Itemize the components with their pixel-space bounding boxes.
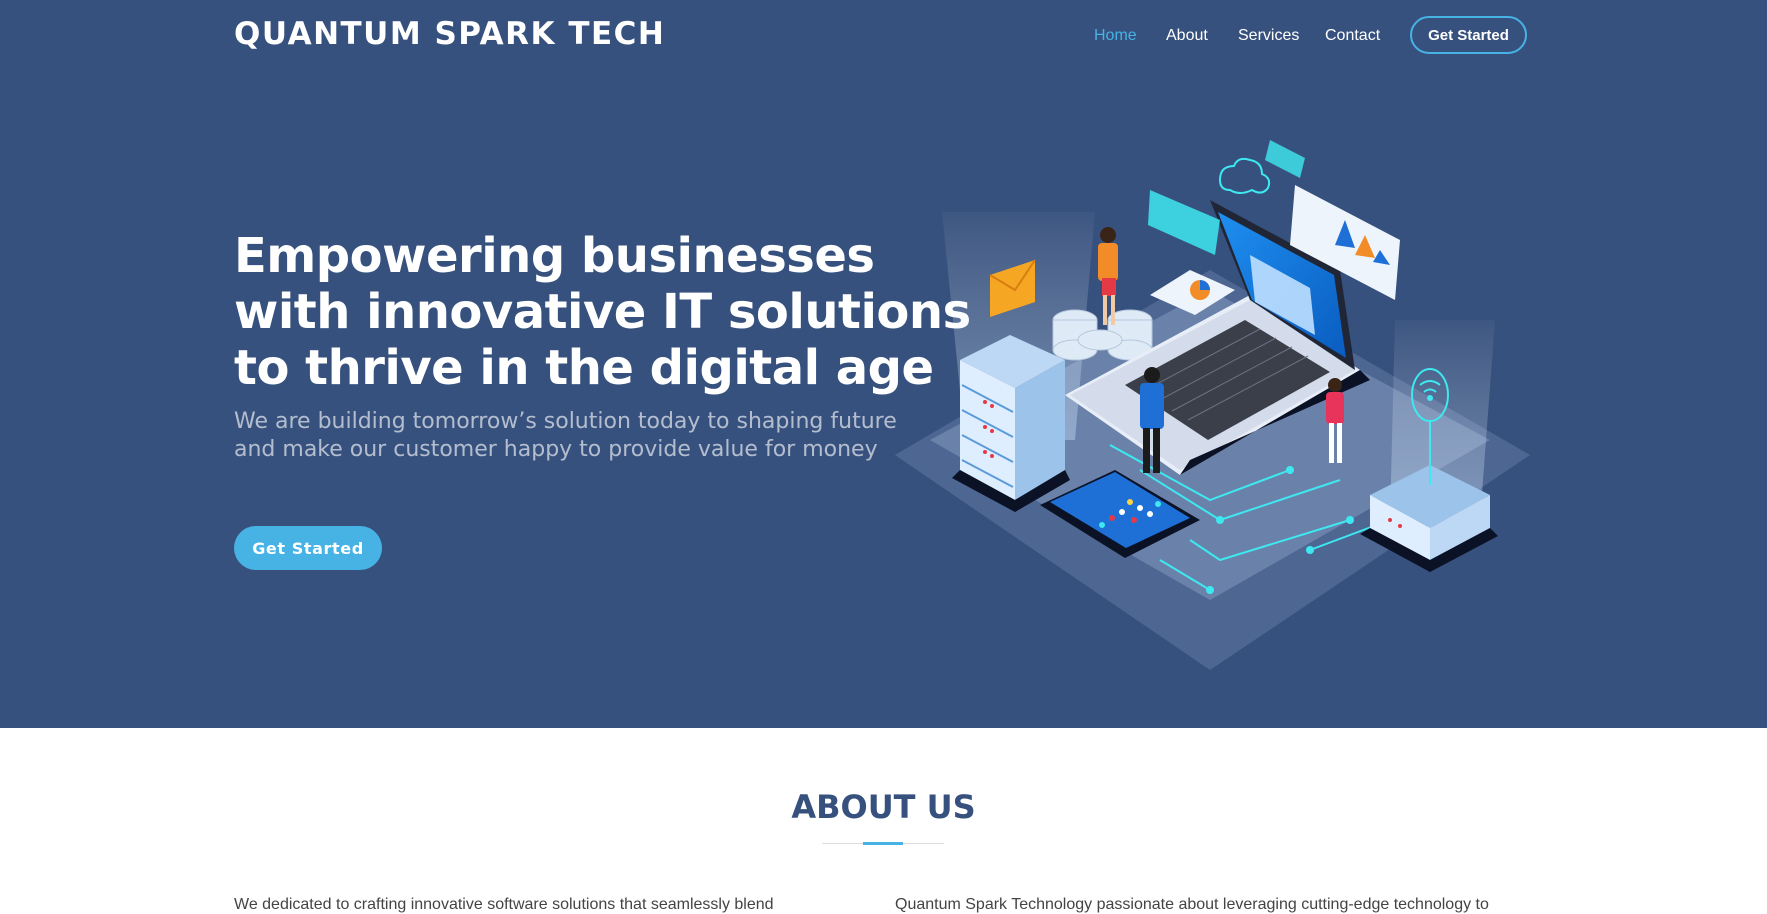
- subheading-line: and make our customer happy to provide v…: [234, 437, 878, 462]
- about-text-right: Quantum Spark Technology passionate abou…: [895, 896, 1489, 913]
- headline-line: Empowering businesses: [234, 228, 875, 284]
- hero-illustration: [895, 140, 1530, 670]
- headline-line: with innovative IT solutions: [234, 284, 971, 340]
- about-text-left: We dedicated to crafting innovative soft…: [234, 896, 774, 913]
- chart-icon: [1190, 280, 1210, 300]
- headline-line: to thrive in the digital age: [234, 340, 934, 396]
- nav-about[interactable]: About: [1166, 27, 1208, 45]
- person-woman-standing: [1098, 227, 1118, 325]
- about-accent-bar: [863, 842, 903, 845]
- about-title: ABOUT US: [791, 788, 976, 826]
- hero-headline: Empowering businesses with innovative IT…: [234, 228, 971, 396]
- cloud-icon: [1218, 157, 1271, 194]
- hero-get-started-button[interactable]: Get Started: [234, 526, 382, 570]
- nav-contact[interactable]: Contact: [1325, 27, 1380, 45]
- nav-home[interactable]: Home: [1094, 27, 1137, 45]
- server-rack-left: [952, 335, 1070, 512]
- site-logo[interactable]: QUANTUM SPARK TECH: [234, 16, 665, 52]
- hero-section: QUANTUM SPARK TECH Home About Services C…: [0, 0, 1767, 728]
- nav-services[interactable]: Services: [1238, 27, 1299, 45]
- about-section: ABOUT US We dedicated to crafting innova…: [0, 728, 1767, 913]
- subheading-line: We are building tomorrow’s solution toda…: [234, 409, 897, 434]
- hero-subheading: We are building tomorrow’s solution toda…: [234, 408, 897, 464]
- header-get-started-button[interactable]: Get Started: [1410, 16, 1527, 54]
- site-header: QUANTUM SPARK TECH Home About Services C…: [0, 0, 1767, 72]
